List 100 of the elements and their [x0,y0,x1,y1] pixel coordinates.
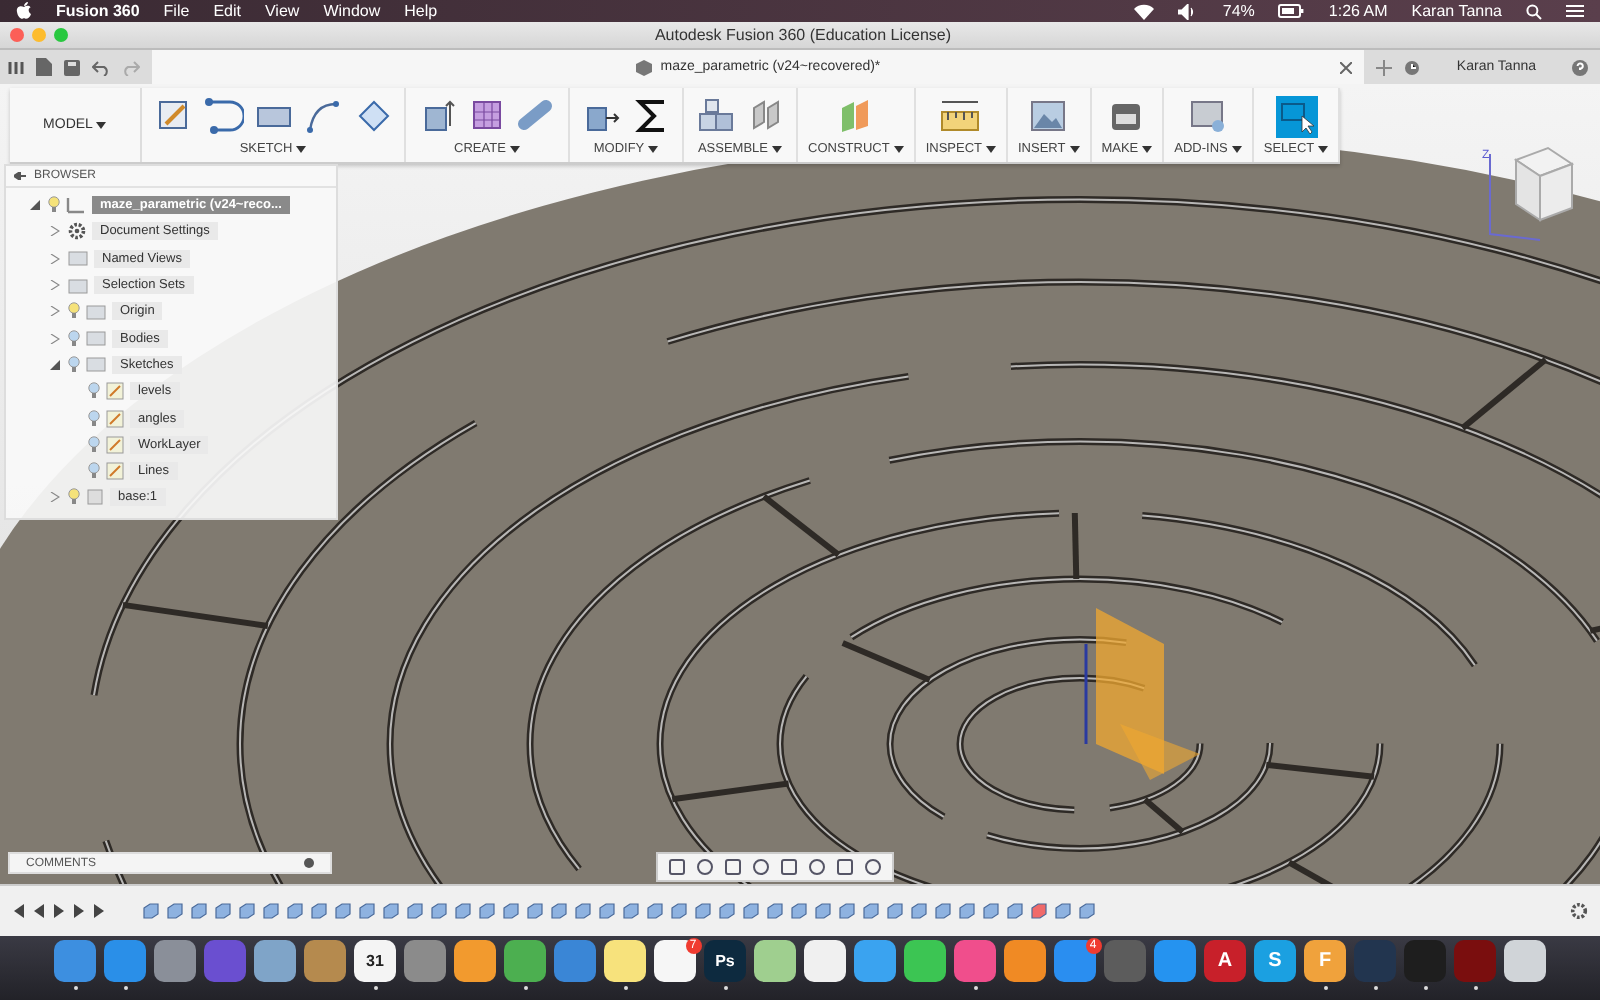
list-icon[interactable] [1566,4,1584,18]
plane-gizmo-icon [1084,608,1200,780]
light-bulb-icon[interactable] [68,302,80,321]
tool-button[interactable] [1275,95,1317,137]
play-icon[interactable] [52,904,66,918]
light-bulb-icon[interactable] [88,435,100,454]
light-bulb-icon[interactable] [88,382,100,401]
body-icon [86,488,104,507]
app-icon[interactable] [454,940,496,982]
window-title: Autodesk Fusion 360 (Education License) [652,26,954,44]
light-bulb-icon[interactable] [88,462,100,481]
menu-item[interactable]: Help [404,2,438,20]
clock-icon[interactable] [1404,59,1421,75]
app-icon[interactable] [654,940,696,982]
shading-icon[interactable] [836,858,854,876]
caret-icon [1231,145,1242,153]
app-icon[interactable] [1504,940,1546,982]
script-window-icon [1187,96,1228,136]
caret-icon [296,145,307,153]
caret-icon [96,121,107,129]
battery-icon[interactable] [1278,4,1305,18]
expand-arrow-icon[interactable] [46,330,62,347]
battery-percentage: 74% [1222,2,1255,20]
sketch-icon [106,462,124,481]
pipe-icon [517,96,557,136]
caret-icon [1318,145,1329,153]
caret-icon [985,145,996,153]
app-menu[interactable]: Fusion 360 [56,2,140,20]
menu-clock[interactable]: 1:26 AM [1328,2,1388,20]
cube-icon [636,59,653,75]
menu-item[interactable]: File [163,2,190,20]
app-icon[interactable] [904,940,946,982]
add-comment-icon[interactable] [304,858,314,868]
line-icon [203,96,243,136]
volume-icon[interactable] [1178,3,1199,19]
caret-icon [772,145,783,153]
new-tab-icon[interactable] [1376,59,1393,75]
orbit-icon[interactable] [668,858,686,876]
caret-icon [648,145,659,153]
app-icon[interactable]: 31 [354,940,396,982]
settings-icon[interactable] [1570,902,1588,920]
wifi-icon[interactable] [1134,3,1155,19]
grid-icon[interactable] [864,858,882,876]
light-bulb-icon[interactable] [68,355,80,374]
user-menu[interactable]: Karan Tanna [1411,2,1502,20]
close-icon[interactable] [1340,61,1353,73]
collapse-arrow-icon[interactable] [26,197,42,214]
close-button[interactable] [10,28,24,42]
sketch-icon [106,435,124,454]
fit-icon[interactable] [780,858,798,876]
app-icon[interactable]: A [1204,940,1246,982]
grid-menu-icon[interactable] [8,59,24,75]
app-icon[interactable] [804,940,846,982]
component-icon [66,196,86,215]
menu-item[interactable]: Edit [213,2,241,20]
save-icon[interactable] [64,59,80,75]
light-bulb-icon[interactable] [48,196,60,215]
app-icon[interactable] [604,940,646,982]
light-bulb-icon[interactable] [68,488,80,507]
gear-icon [68,222,86,241]
app-icon[interactable] [754,940,796,982]
help-icon[interactable] [1572,59,1588,75]
sketch-icon [106,382,124,401]
arc-icon [303,96,343,136]
expand-arrow-icon[interactable] [46,277,62,294]
display-icon[interactable] [808,858,826,876]
app-icon[interactable] [1004,940,1046,982]
caret-icon [1069,145,1080,153]
menu-item[interactable]: Window [323,2,381,20]
step-forward-icon[interactable] [72,904,86,918]
app-icon[interactable] [254,940,296,982]
pan-icon[interactable] [724,858,742,876]
step-back-icon[interactable] [32,904,46,918]
caret-icon [1142,145,1153,153]
expand-arrow-icon[interactable] [46,250,62,267]
apple-logo-icon[interactable] [16,2,32,20]
picture-icon [1028,96,1069,136]
cubes-icon [695,96,735,136]
search-icon[interactable] [1526,3,1542,19]
app-icon[interactable] [854,940,896,982]
light-bulb-icon[interactable] [88,409,100,428]
skip-forward-icon[interactable] [92,904,106,918]
caret-icon [893,145,904,153]
collapse-panel-icon[interactable] [14,172,26,180]
look-icon[interactable] [696,858,714,876]
light-bulb-icon[interactable] [68,329,80,348]
expand-arrow-icon[interactable] [46,489,62,506]
app-icon[interactable]: Ps [704,940,746,982]
menu-item[interactable]: View [264,2,300,20]
collapse-arrow-icon[interactable] [46,356,62,373]
zoom-icon[interactable] [752,858,770,876]
expand-arrow-icon[interactable] [46,303,62,320]
skip-back-icon[interactable] [12,904,26,918]
expand-arrow-icon[interactable] [46,223,62,240]
undo-icon[interactable] [92,59,110,75]
caret-icon [509,145,520,153]
file-icon[interactable] [36,58,52,76]
sketch-icon [106,409,124,428]
tool-button[interactable] [939,95,982,137]
ruler-icon [940,96,981,136]
